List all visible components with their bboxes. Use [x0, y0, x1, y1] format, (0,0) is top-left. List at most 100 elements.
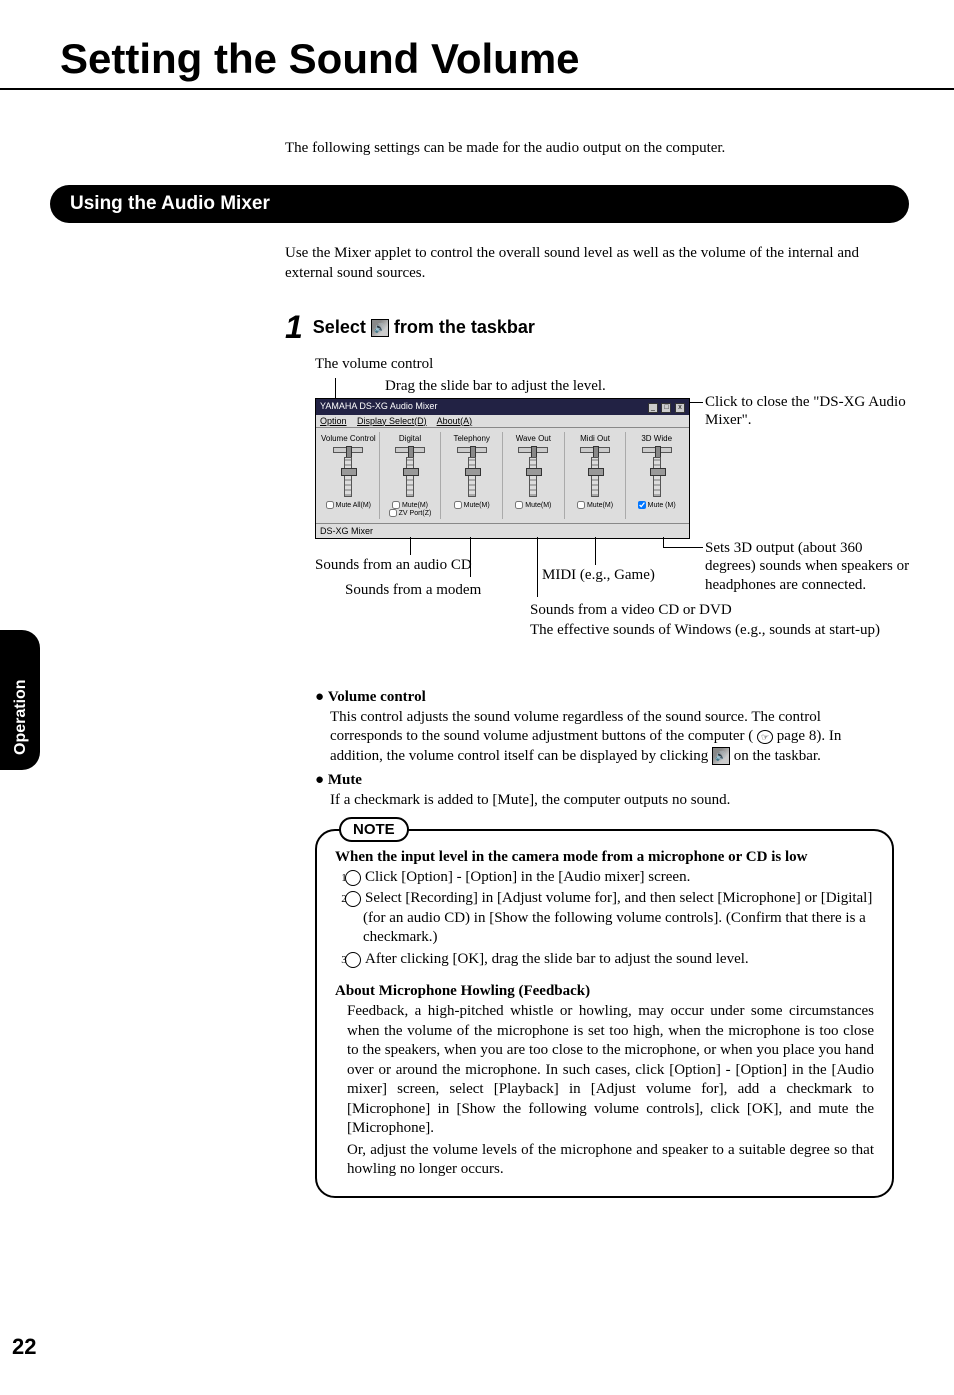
bullet-list: ● Volume control This control adjusts th… [315, 689, 894, 811]
mute-row: Mute(M) [504, 501, 563, 509]
pan-slider[interactable] [457, 447, 487, 453]
mute-head: Mute [328, 772, 362, 788]
channel-3dwide: 3D Wide Mute (M) [626, 432, 687, 519]
vol-body-3: on the taskbar. [734, 748, 821, 764]
circled-2-icon: 2 [345, 891, 361, 907]
note-item-3-text: After clicking [OK], drag the slide bar … [365, 951, 749, 967]
mute-row: Mute (M) [627, 501, 686, 509]
volume-fader[interactable] [653, 457, 661, 497]
leader-line [663, 537, 664, 547]
pan-slider[interactable] [395, 447, 425, 453]
volume-fader[interactable] [344, 457, 352, 497]
minimize-button[interactable]: _ [648, 403, 658, 413]
zvport-checkbox[interactable] [389, 509, 397, 517]
leader-line [410, 537, 411, 555]
note-item-1: 1Click [Option] - [Option] in the [Audio… [353, 868, 874, 888]
channel-name: 3D Wide [627, 434, 686, 443]
mute-checkbox[interactable] [392, 501, 400, 509]
pan-slider[interactable] [518, 447, 548, 453]
midi-callout: MIDI (e.g., Game) [542, 567, 655, 584]
vol-body-1: This control adjusts the sound volume re… [330, 709, 821, 745]
mute-checkbox[interactable] [638, 501, 646, 509]
mixer-window: YAMAHA DS-XG Audio Mixer _ □ x Option Di… [315, 398, 690, 539]
mute-checkbox[interactable] [454, 501, 462, 509]
side-tab: Operation [0, 630, 40, 770]
step-number: 1 [285, 309, 303, 346]
mute-label: Mute All(M) [336, 501, 371, 508]
volume-body: This control adjusts the sound volume re… [330, 708, 894, 767]
step-text: Select 🔊 from the taskbar [313, 317, 535, 338]
mute-body: If a checkmark is added to [Mute], the c… [330, 791, 894, 811]
close-button[interactable]: x [675, 403, 685, 413]
about-body-1: Feedback, a high-pitched whistle or howl… [347, 1002, 874, 1139]
menu-display[interactable]: Display Select(D) [357, 416, 427, 426]
mute-label: Mute(M) [525, 501, 551, 508]
volume-fader[interactable] [406, 457, 414, 497]
about-head: About Microphone Howling (Feedback) [335, 983, 874, 1000]
zvport-label: ZV Port(Z) [399, 509, 432, 516]
mute-checkbox[interactable] [326, 501, 334, 509]
intro-text: The following settings can be made for t… [285, 140, 894, 157]
note-head: When the input level in the camera mode … [335, 849, 874, 866]
mixer-titlebar: YAMAHA DS-XG Audio Mixer _ □ x [316, 399, 689, 415]
maximize-button[interactable]: □ [661, 403, 671, 413]
mixer-status: DS-XG Mixer [316, 523, 689, 538]
channel-midiout: Midi Out Mute(M) [565, 432, 627, 519]
mute-row: Mute(M) [381, 501, 440, 509]
side-tab-label: Operation [12, 679, 30, 755]
mute-row: Mute(M) [566, 501, 625, 509]
pan-slider[interactable] [642, 447, 672, 453]
mute-label: Mute (M) [648, 501, 676, 508]
effective-callout: The effective sounds of Windows (e.g., s… [530, 622, 954, 639]
mute-label: Mute(M) [402, 501, 428, 508]
close-callout: Click to close the "DS-XG Audio Mixer". [705, 393, 915, 431]
mixer-menu: Option Display Select(D) About(A) [316, 415, 689, 428]
pan-slider[interactable] [333, 447, 363, 453]
mixer-title: YAMAHA DS-XG Audio Mixer [320, 401, 437, 413]
page-number: 22 [12, 1334, 36, 1360]
note-item-3: 3After clicking [OK], drag the slide bar… [353, 950, 874, 970]
cd-callout: Sounds from an audio CD [315, 557, 472, 574]
volume-fader[interactable] [468, 457, 476, 497]
page-ref-icon: ☞ [757, 730, 773, 744]
mute-label: Mute(M) [587, 501, 613, 508]
channel-name: Wave Out [504, 434, 563, 443]
mute-checkbox[interactable] [515, 501, 523, 509]
channel-volume: Volume Control Mute All(M) [318, 432, 380, 519]
zvport-row: ZV Port(Z) [381, 509, 440, 517]
titlebar-buttons: _ □ x [647, 401, 685, 413]
volume-fader[interactable] [591, 457, 599, 497]
leader-line [595, 537, 596, 565]
channel-name: Volume Control [319, 434, 378, 443]
channel-name: Digital [381, 434, 440, 443]
modem-callout: Sounds from a modem [345, 582, 481, 599]
step-suffix: from the taskbar [394, 317, 535, 337]
menu-option[interactable]: Option [320, 416, 347, 426]
about-body-2: Or, adjust the volume levels of the micr… [347, 1141, 874, 1180]
speaker-icon: 🔊 [712, 747, 730, 765]
mixer-channels: Volume Control Mute All(M) Digital Mute(… [316, 428, 689, 523]
channel-telephony: Telephony Mute(M) [441, 432, 503, 519]
bullet-volume: ● Volume control This control adjusts th… [315, 689, 894, 767]
menu-about[interactable]: About(A) [437, 416, 473, 426]
step-1: 1 Select 🔊 from the taskbar [285, 309, 894, 346]
leader-line [690, 402, 703, 403]
channel-digital: Digital Mute(M) ZV Port(Z) [380, 432, 442, 519]
mute-row: Mute(M) [442, 501, 501, 509]
section-header: Using the Audio Mixer [50, 185, 909, 223]
mute-checkbox[interactable] [577, 501, 585, 509]
channel-name: Midi Out [566, 434, 625, 443]
note-item-2: 2Select [Recording] in [Adjust volume fo… [353, 889, 874, 948]
note-item-1-text: Click [Option] - [Option] in the [Audio … [365, 869, 690, 885]
pan-slider[interactable] [580, 447, 610, 453]
leader-line [537, 537, 538, 597]
leader-line [663, 547, 703, 548]
note-tab: NOTE [339, 817, 409, 842]
circled-1-icon: 1 [345, 870, 361, 886]
speaker-icon: 🔊 [371, 319, 389, 337]
section-intro: Use the Mixer applet to control the over… [285, 243, 894, 284]
channel-name: Telephony [442, 434, 501, 443]
volume-fader[interactable] [529, 457, 537, 497]
channel-waveout: Wave Out Mute(M) [503, 432, 565, 519]
bullet-mute: ● Mute If a checkmark is added to [Mute]… [315, 772, 894, 811]
